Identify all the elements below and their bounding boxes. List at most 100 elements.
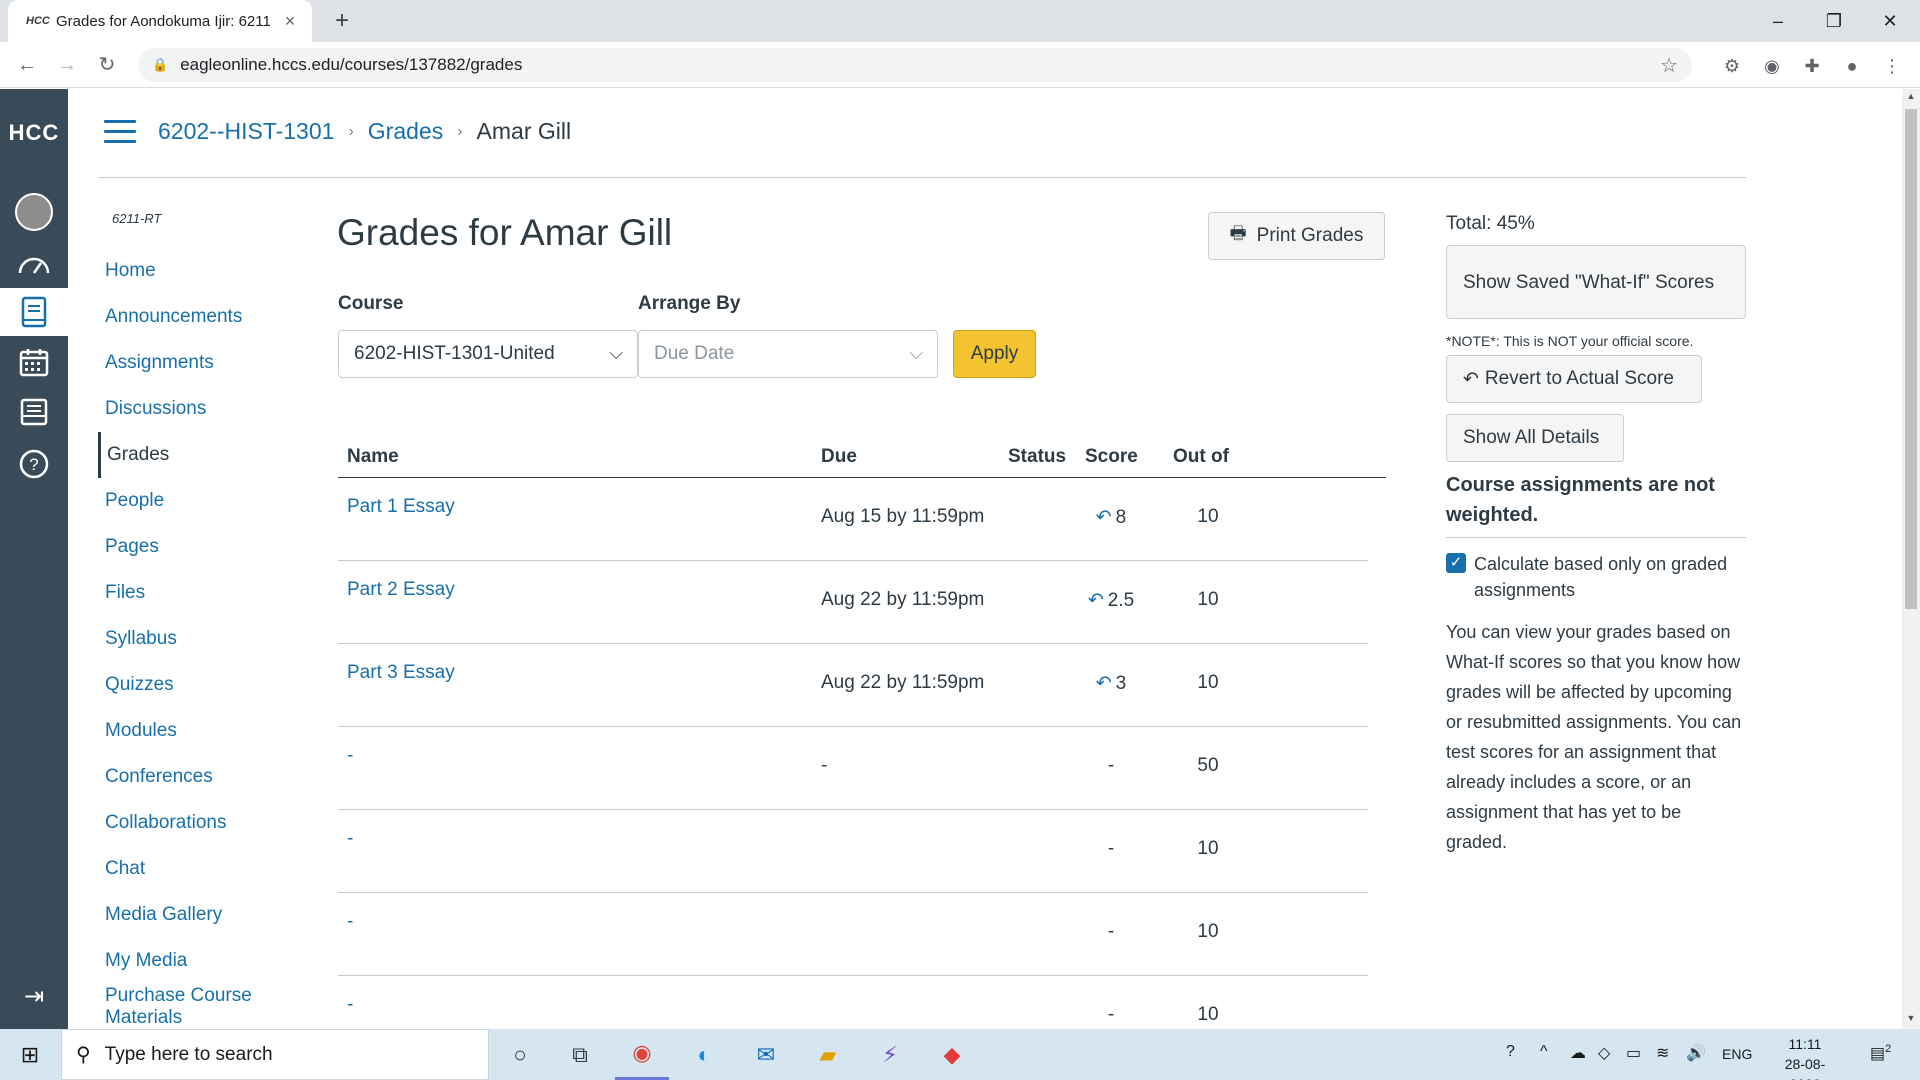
course-nav-item-pages[interactable]: Pages [98, 524, 298, 570]
scroll-down-icon[interactable]: ▼ [1902, 1013, 1920, 1023]
col-header-score[interactable]: Score [1085, 446, 1138, 468]
reload-icon[interactable]: ↻ [92, 50, 122, 80]
course-select[interactable]: 6202-HIST-1301-United ⌵ [338, 330, 638, 378]
course-nav-item-my-media[interactable]: My Media [98, 938, 298, 984]
profile-avatar-icon[interactable]: ● [1838, 52, 1866, 80]
hcc-logo[interactable]: HCC [0, 113, 68, 153]
score-cell[interactable]: ↶ 8 [1076, 506, 1146, 529]
close-tab-icon[interactable]: × [280, 11, 300, 32]
col-header-due[interactable]: Due [821, 446, 857, 468]
language-indicator[interactable]: ENG [1722, 1046, 1752, 1062]
bookmark-star-icon[interactable]: ☆ [1660, 53, 1678, 78]
revert-to-actual-score-button[interactable]: ↶ Revert to Actual Score [1446, 355, 1702, 403]
course-nav-item-purchase-course-materials[interactable]: Purchase Course Materials [98, 984, 298, 1030]
scrollbar-thumb[interactable] [1905, 109, 1917, 609]
file-explorer-icon[interactable]: ▰ [801, 1029, 855, 1080]
url-text[interactable]: eagleonline.hccs.edu/courses/137882/grad… [180, 55, 1660, 75]
scroll-up-icon[interactable]: ▲ [1902, 91, 1920, 101]
window-close-icon[interactable]: ✕ [1862, 0, 1918, 42]
extensions-puzzle-icon[interactable]: ✚ [1798, 52, 1826, 80]
course-nav-item-media-gallery[interactable]: Media Gallery [98, 892, 298, 938]
new-tab-icon[interactable]: + [326, 6, 358, 38]
score-cell[interactable]: ↶ 2.5 [1076, 589, 1146, 612]
score-cell[interactable]: - [1076, 838, 1146, 860]
arrange-by-select[interactable]: Due Date ⌵ [638, 330, 938, 378]
course-nav-item-collaborations[interactable]: Collaborations [98, 800, 298, 846]
revert-score-icon[interactable]: ↶ [1088, 590, 1104, 611]
forward-icon[interactable]: → [52, 50, 82, 80]
show-all-details-button[interactable]: Show All Details [1446, 414, 1624, 462]
course-nav-item-home[interactable]: Home [98, 248, 298, 294]
show-hidden-icons-icon[interactable]: ^ [1540, 1043, 1548, 1061]
assignment-name-link[interactable]: - [347, 994, 353, 1016]
address-bar[interactable]: 🔒 eagleonline.hccs.edu/courses/137882/gr… [138, 48, 1692, 82]
course-nav-item-syllabus[interactable]: Syllabus [98, 616, 298, 662]
global-nav-courses[interactable] [0, 288, 68, 336]
anydesk-taskbar-icon[interactable]: ◆ [925, 1029, 979, 1080]
volume-icon[interactable]: 🔊 [1686, 1043, 1706, 1063]
assignment-name-link[interactable]: - [347, 828, 353, 850]
course-nav-item-assignments[interactable]: Assignments [98, 340, 298, 386]
course-nav-item-conferences[interactable]: Conferences [98, 754, 298, 800]
windows-start-icon[interactable]: ⊞ [0, 1029, 60, 1080]
course-nav-item-chat[interactable]: Chat [98, 846, 298, 892]
col-header-status[interactable]: Status [1008, 446, 1066, 468]
course-nav-item-files[interactable]: Files [98, 570, 298, 616]
col-header-out-of[interactable]: Out of [1173, 446, 1229, 468]
assignment-name-link[interactable]: - [347, 745, 353, 767]
notification-center-icon[interactable]: ▤2 [1870, 1043, 1891, 1063]
browser-tab[interactable]: HCC Grades for Aondokuma Ijir: 6211 × [8, 0, 312, 42]
revert-score-icon[interactable]: ↶ [1096, 507, 1112, 528]
score-cell[interactable]: - [1076, 1004, 1146, 1026]
course-nav-item-modules[interactable]: Modules [98, 708, 298, 754]
show-whatif-scores-button[interactable]: Show Saved "What-If" Scores [1446, 245, 1746, 319]
col-header-name[interactable]: Name [347, 446, 399, 468]
cortana-icon[interactable]: ○ [493, 1029, 547, 1080]
dropbox-icon[interactable]: ◇ [1598, 1043, 1610, 1063]
app-taskbar-icon[interactable]: ⚡ [863, 1029, 917, 1080]
score-cell[interactable]: ↶ 3 [1076, 672, 1146, 695]
help-tray-icon[interactable]: ? [1506, 1043, 1515, 1061]
onedrive-icon[interactable]: ☁ [1570, 1043, 1586, 1063]
assignment-name-link[interactable]: - [347, 911, 353, 933]
page-scrollbar[interactable]: ▲ ▼ [1902, 89, 1920, 1029]
browser-menu-icon[interactable]: ⋮ [1878, 52, 1906, 80]
course-nav-item-discussions[interactable]: Discussions [98, 386, 298, 432]
print-grades-button[interactable]: 🖶 Print Grades [1208, 212, 1385, 260]
mail-taskbar-icon[interactable]: ✉ [739, 1029, 793, 1080]
score-cell[interactable]: - [1076, 755, 1146, 777]
global-nav-help[interactable]: ? [0, 440, 68, 488]
chrome-taskbar-icon[interactable]: ◉ [615, 1029, 669, 1080]
global-nav-dashboard[interactable] [0, 240, 68, 288]
global-nav-calendar[interactable] [0, 338, 68, 386]
assignment-name-link[interactable]: Part 3 Essay [347, 662, 455, 684]
course-nav-item-grades[interactable]: Grades [98, 432, 298, 478]
score-cell[interactable]: - [1076, 921, 1146, 943]
assignment-name-link[interactable]: Part 2 Essay [347, 579, 455, 601]
apply-button[interactable]: Apply [953, 330, 1036, 378]
collapse-nav-icon[interactable]: ⇥ [0, 977, 68, 1017]
lock-icon[interactable]: 🔒 [152, 57, 168, 73]
course-menu-toggle-icon[interactable] [104, 120, 136, 144]
maximize-icon[interactable]: ❐ [1806, 0, 1862, 42]
screen-capture-icon[interactable]: ◉ [1758, 52, 1786, 80]
taskbar-search-box[interactable]: ⚲ Type here to search [61, 1029, 489, 1080]
edge-taskbar-icon[interactable]: ◐ [677, 1029, 731, 1080]
course-nav-item-announcements[interactable]: Announcements [98, 294, 298, 340]
calculate-graded-only-checkbox[interactable]: ✓ [1446, 553, 1466, 573]
revert-score-icon[interactable]: ↶ [1096, 673, 1112, 694]
back-icon[interactable]: ← [12, 50, 42, 80]
breadcrumb-course-link[interactable]: 6202--HIST-1301 [158, 118, 334, 145]
extension-gear-icon[interactable]: ⚙ [1718, 52, 1746, 80]
global-nav-account[interactable] [0, 188, 68, 236]
wifi-icon[interactable]: ≋ [1656, 1043, 1669, 1063]
taskbar-clock[interactable]: 11:11 28-08-2020 [1770, 1034, 1840, 1080]
breadcrumb-grades-link[interactable]: Grades [368, 118, 443, 145]
battery-icon[interactable]: ▭ [1626, 1043, 1641, 1063]
calculate-graded-only-label[interactable]: Calculate based only on graded assignmen… [1474, 551, 1754, 603]
course-nav-item-people[interactable]: People [98, 478, 298, 524]
course-nav-item-quizzes[interactable]: Quizzes [98, 662, 298, 708]
minimize-icon[interactable]: – [1750, 0, 1806, 42]
assignment-name-link[interactable]: Part 1 Essay [347, 496, 455, 518]
task-view-icon[interactable]: ⧉ [553, 1029, 607, 1080]
